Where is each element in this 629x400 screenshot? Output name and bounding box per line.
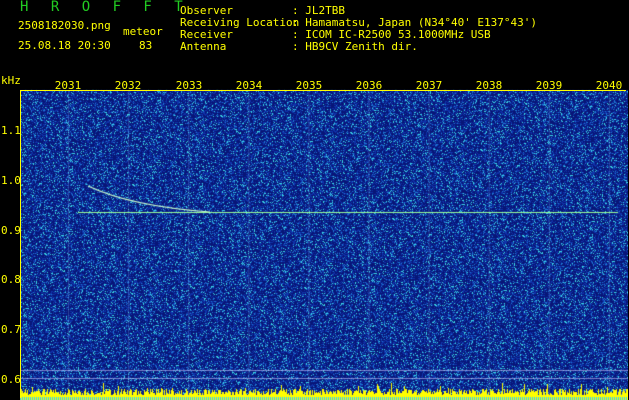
mode-label: meteor xyxy=(123,25,163,38)
antenna-label: Antenna xyxy=(180,40,227,53)
x-tick-label: 2038 xyxy=(475,79,503,92)
y-tick-label: 0.6 xyxy=(1,373,21,386)
header-panel: H R O F F T 2508182030.png meteor 25.08.… xyxy=(0,0,629,72)
antenna-value: : HB9CV Zenith dir. xyxy=(292,40,418,53)
x-tick-label: 2037 xyxy=(415,79,443,92)
y-tick-label: 0.8 xyxy=(1,273,21,286)
y-tick-label: 0.9 xyxy=(1,224,21,237)
filename-label: 2508182030.png xyxy=(18,19,111,32)
app-brand: H R O F F T xyxy=(20,0,190,15)
x-tick-label: 2040 xyxy=(595,79,623,92)
x-tick-label: 2036 xyxy=(355,79,383,92)
x-tick-label: 2031 xyxy=(54,79,82,92)
datetime-label: 25.08.18 20:30 xyxy=(18,39,111,52)
spectrogram-canvas xyxy=(20,72,628,400)
y-tick-label: 1.1 xyxy=(1,124,21,137)
count-label: 83 xyxy=(139,39,153,52)
y-tick-label: 1.0 xyxy=(1,174,21,187)
x-tick-label: 2035 xyxy=(295,79,323,92)
x-tick-label: 2039 xyxy=(535,79,563,92)
x-tick-label: 2034 xyxy=(235,79,263,92)
y-unit-label: kHz xyxy=(1,74,21,87)
x-tick-label: 2033 xyxy=(175,79,203,92)
y-tick-label: 0.7 xyxy=(1,323,21,336)
x-tick-label: 2032 xyxy=(114,79,142,92)
